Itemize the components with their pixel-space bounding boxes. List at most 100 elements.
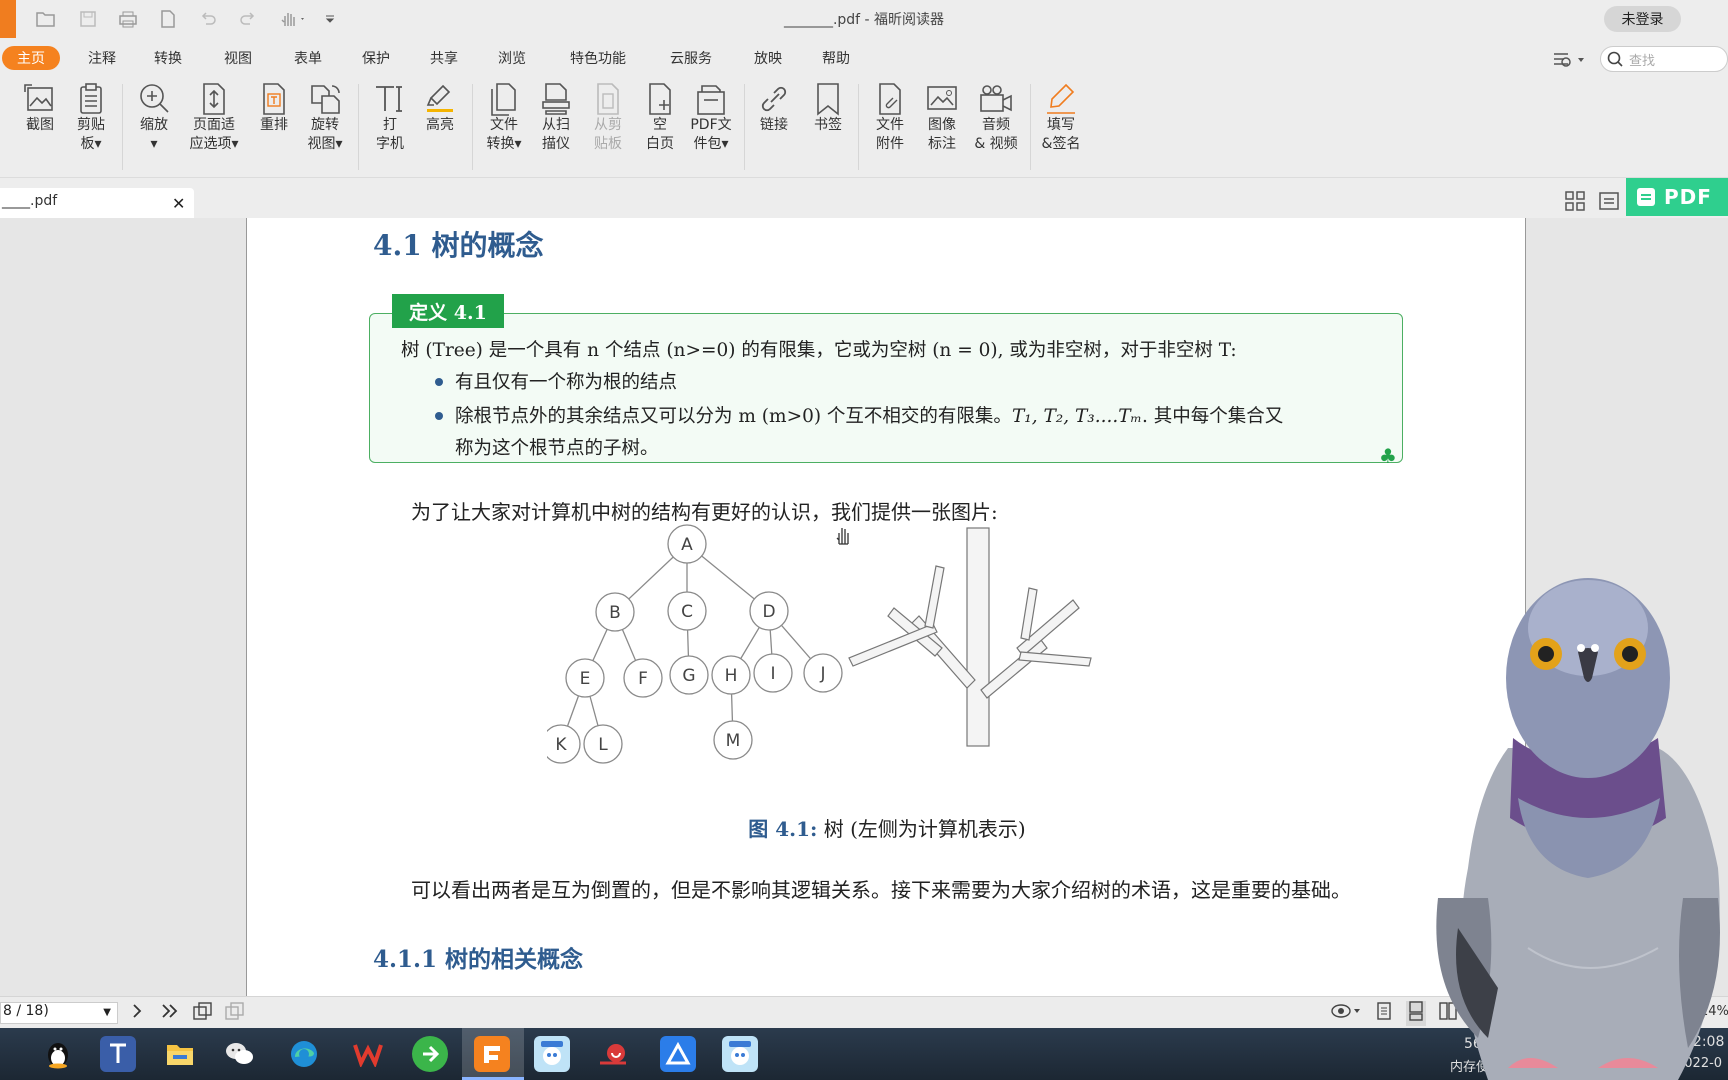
blank-page-button[interactable]: 空 白页 [640,82,680,154]
tab-help[interactable]: 帮助 [816,46,856,70]
last-page-icon[interactable] [160,1001,180,1026]
tree-node-C: C [667,591,707,631]
tab-slideshow[interactable]: 放映 [748,46,788,70]
next-page-icon[interactable] [130,1001,144,1026]
tab-browse[interactable]: 浏览 [492,46,532,70]
tab-comment[interactable]: 注释 [82,46,122,70]
zoom-button[interactable]: 缩放 ▾ [134,82,174,154]
subsection-title: 4.1.1 树的相关概念 [373,946,584,973]
audio-video-label-1: 音频 [982,117,1010,133]
tab-form[interactable]: 表单 [288,46,328,70]
definition-bullet-2-tail: . 其中每个集合又 [1141,406,1284,427]
panel-toggle-icon[interactable] [1598,190,1620,212]
wps-office-icon[interactable] [350,1036,386,1072]
audio-video-button[interactable]: 音频 & 视频 [972,82,1020,154]
previous-view-icon[interactable] [192,1001,214,1026]
section-title: 4.1 树的概念 [373,229,544,262]
typora-app-icon[interactable] [100,1036,136,1072]
wechat-icon[interactable] [222,1036,258,1072]
close-tab-icon[interactable]: ✕ [172,194,185,213]
zoom-label-2: ▾ [150,136,158,152]
pdf-package-button[interactable]: PDF文 件包▾ [686,82,736,154]
tab-view[interactable]: 视图 [218,46,258,70]
tree-node-label: I [770,664,775,684]
tab-protect[interactable]: 保护 [356,46,396,70]
pdf-package-label-2: 件包▾ [693,136,729,152]
single-page-icon[interactable] [1374,1001,1394,1026]
image-annotation-label-1: 图像 [928,117,956,133]
foxit-reader-icon[interactable] [474,1036,510,1072]
fill-sign-label-2: &签名 [1041,136,1081,152]
clipboard-button[interactable]: 剪贴 板▾ [70,82,112,154]
highlight-button[interactable]: 高亮 [420,82,460,135]
tree-node-label: B [609,603,621,623]
link-button[interactable]: 链接 [754,82,794,135]
tree-node-H: H [711,655,751,695]
rotate-view-button[interactable]: 旋转 视图▾ [302,82,348,154]
view-options-icon[interactable] [1552,50,1588,70]
edge-browser-icon[interactable] [286,1036,322,1072]
tab-home[interactable]: 主页 [2,46,60,70]
pdf-page: 4.1 树的概念 定义 4.1 树 (Tree) 是一个具有 n 个结点 (n>… [246,218,1526,996]
tab-convert[interactable]: 转换 [148,46,188,70]
document-tab-name: ____.pdf [2,193,58,209]
highlight-label: 高亮 [426,117,454,133]
tree-node-label: D [762,602,775,622]
green-app-icon[interactable] [412,1036,448,1072]
file-convert-label-1: 文件 [490,117,518,133]
continuous-page-icon[interactable] [1406,1001,1426,1026]
live2d-viewer-icon[interactable] [722,1036,758,1072]
image-annotation-button[interactable]: 图像 标注 [922,82,962,154]
pdf-tool-icon [1637,188,1655,206]
blue-app-icon[interactable] [660,1036,696,1072]
bookmark-icon [817,83,839,116]
from-clipboard-button[interactable]: 从剪 贴板 [588,82,628,154]
rotate-label-2: 视图▾ [307,136,343,152]
file-attachment-button[interactable]: 文件 附件 [870,82,910,154]
reading-mode-icon[interactable] [1330,1001,1362,1026]
file-convert-button[interactable]: 文件 转换▾ [482,82,526,154]
bookmark-button[interactable]: 书签 [808,82,848,135]
login-button[interactable]: 未登录 [1604,6,1681,32]
highlighter-icon [426,84,453,112]
clipboard-icon [80,83,102,114]
typewriter-button[interactable]: 打 字机 [370,82,410,154]
tree-node-label: K [555,735,567,755]
fill-sign-button[interactable]: 填写 &签名 [1038,82,1084,154]
toolbar-divider [472,84,473,170]
page-fit-button[interactable]: 页面适 应选项▾ [184,82,244,154]
pigeon-mascot-avatar [1436,578,1720,1080]
reflow-label: 重排 [260,117,288,133]
toolbar-divider [358,84,359,170]
bookmark-label: 书签 [814,117,842,133]
qq-penguin-icon[interactable] [40,1036,76,1072]
reflow-icon [263,83,285,115]
screenshot-button[interactable]: 截图 [20,82,60,135]
document-tab[interactable]: ____.pdf ✕ [0,188,194,218]
search-icon [1607,51,1623,67]
clipboard-label-2: 板▾ [80,136,102,152]
page-number-select[interactable]: 8 / 18) ▼ [0,1002,118,1024]
from-clipboard-label-2: 贴板 [594,136,622,152]
page-fit-icon [203,83,225,115]
figure-caption-number: 图 4.1: [748,817,818,841]
file-explorer-icon[interactable] [162,1036,198,1072]
reflow-button[interactable]: 重排 [254,82,294,135]
tree-node-J: J [803,653,843,693]
definition-bullet-2-continued: 称为这个根节点的子树。 [455,438,659,459]
next-view-icon[interactable] [224,1001,246,1026]
grid-view-icon[interactable] [1564,190,1586,212]
rotate-label-1: 旋转 [311,117,339,133]
pdf-promo-banner[interactable]: PDF [1626,178,1728,216]
from-scanner-button[interactable]: 从扫 描仪 [536,82,576,154]
tab-features[interactable]: 特色功能 [564,46,632,70]
club-end-mark-icon: ♣ [1379,444,1397,468]
image-icon [927,86,957,110]
snail-app-icon[interactable] [596,1036,632,1072]
tab-share[interactable]: 共享 [424,46,464,70]
tab-cloud[interactable]: 云服务 [664,46,718,70]
live2d-app-icon[interactable] [534,1036,570,1072]
tree-figure: A B C D E F G H I J K L M [547,524,1092,764]
zoom-in-icon [140,84,169,113]
link-label: 链接 [760,117,788,133]
